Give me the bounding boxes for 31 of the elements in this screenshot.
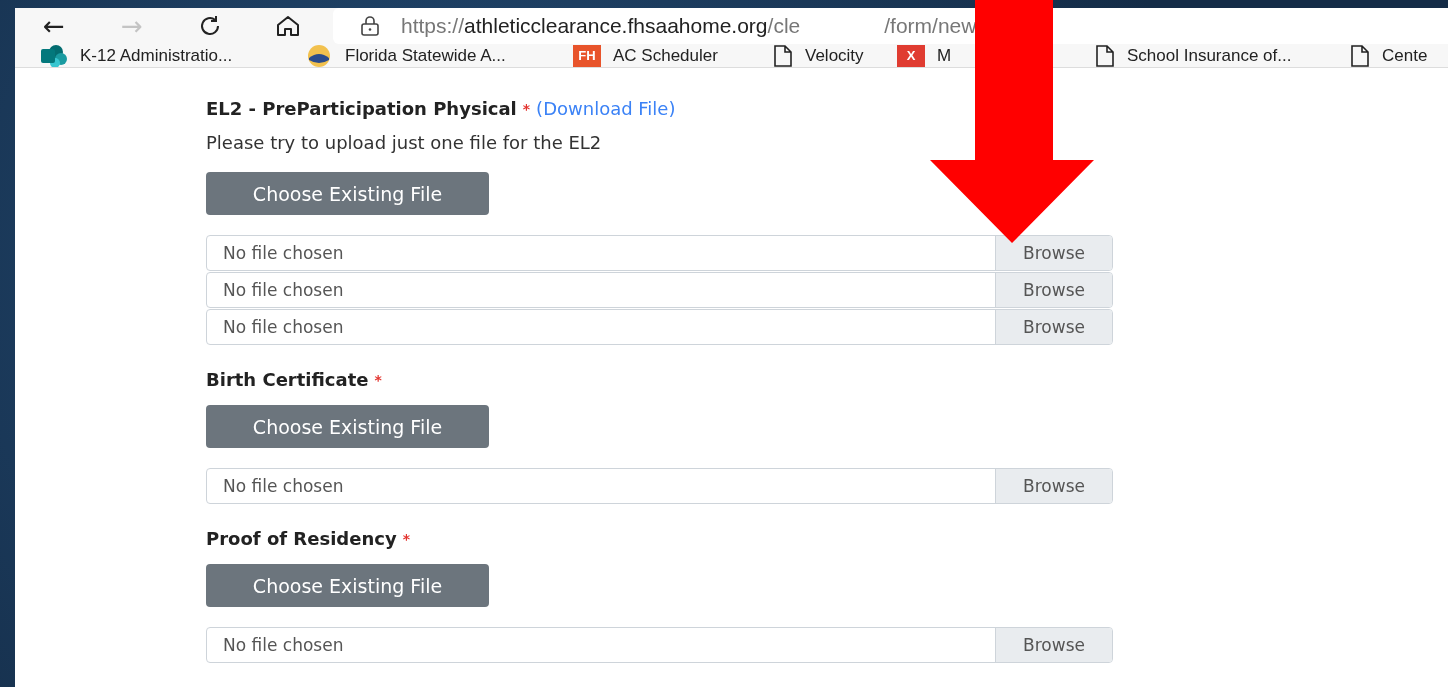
bookmark-link[interactable]: M <box>937 45 952 66</box>
bookmark-link[interactable]: K-12 Administratio... <box>80 45 233 66</box>
field-label: Birth Certificate <box>206 369 369 391</box>
lock-icon <box>359 15 381 37</box>
choose-file-button[interactable]: Choose Existing File <box>206 564 489 607</box>
x-icon: X <box>897 44 925 67</box>
home-icon[interactable] <box>275 14 301 38</box>
bookmark-link[interactable]: Florida Statewide A... <box>345 45 506 66</box>
required-mark: * <box>522 100 531 119</box>
choose-file-button[interactable]: Choose Existing File <box>206 405 489 448</box>
fh-icon: FH <box>573 44 601 67</box>
page-icon <box>1095 44 1115 67</box>
bookmark-link[interactable]: Cente <box>1382 45 1428 66</box>
address-bar[interactable]: https://athleticclearance.fhsaahome.org/cle /form/new <box>333 8 1448 44</box>
back-button[interactable]: ← <box>15 11 93 41</box>
download-link[interactable]: (Download File) <box>536 98 676 120</box>
url-text: https://athleticclearance.fhsaahome.org/cle /form/new <box>401 14 977 38</box>
help-text: Please try to upload just one file for the EL2 <box>206 132 603 154</box>
required-mark: * <box>402 530 410 549</box>
seal-icon <box>305 44 333 67</box>
page-icon <box>773 44 793 67</box>
page-icon <box>1350 44 1370 67</box>
field-label: EL2 - PreParticipation Physical <box>206 98 517 120</box>
refresh-icon[interactable] <box>198 14 222 38</box>
bookmark-link[interactable]: AC Scheduler <box>613 45 718 66</box>
bookmark-link[interactable]: Velocity <box>805 45 864 66</box>
choose-file-button[interactable]: Choose Existing File <box>206 172 489 215</box>
sharepoint-icon <box>40 44 68 67</box>
field-label: Proof of Residency <box>206 528 397 550</box>
required-mark: * <box>374 371 382 390</box>
bookmark-link[interactable]: School Insurance of... <box>1127 45 1292 66</box>
